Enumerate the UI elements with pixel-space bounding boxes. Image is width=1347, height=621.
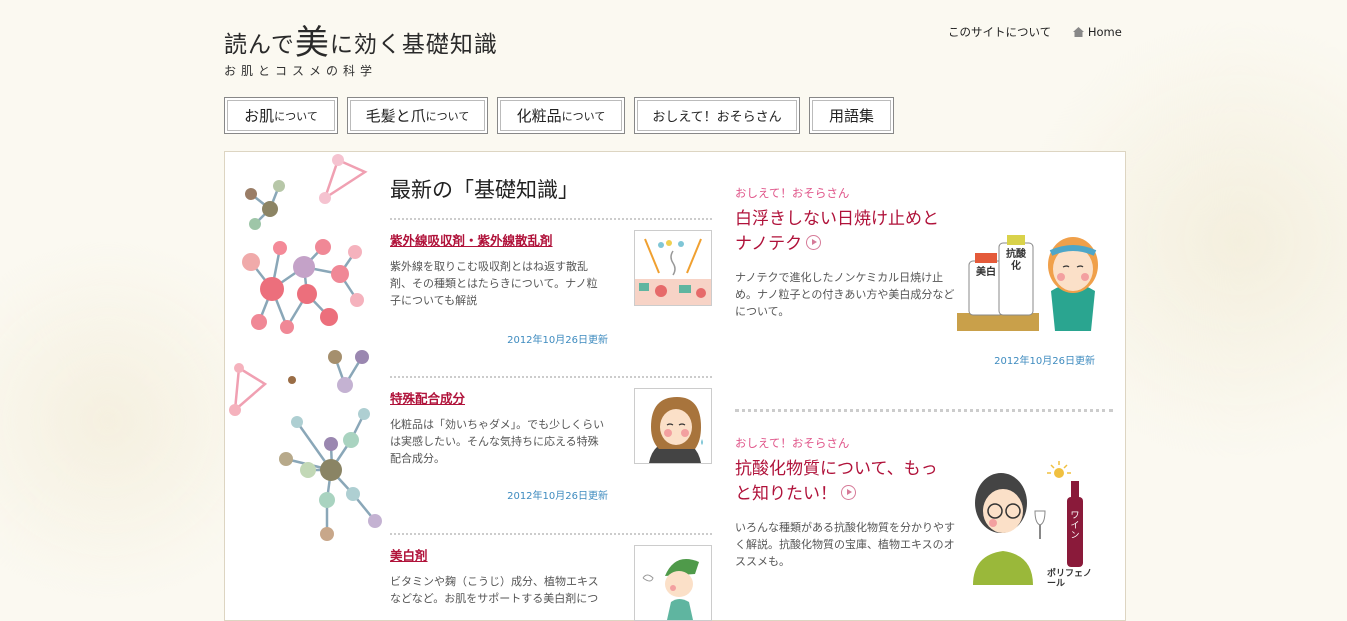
site-title-pre: 読んで (224, 32, 295, 58)
uv-illustration-icon (635, 238, 711, 305)
site-title-big: 美 (294, 23, 330, 63)
article-thumbnail-special[interactable] (634, 388, 712, 464)
arrow-right-icon (806, 235, 822, 250)
nav-tab-ask-osora[interactable]: おしえて！おそらさん (634, 97, 800, 134)
feature-illustration-sunscreen: 美白 抗酸化 (955, 213, 1115, 337)
feature-separator (735, 409, 1113, 412)
article-title-link[interactable]: 美白剤 (390, 545, 428, 564)
site-title: 読んで美に効く基礎知識 (224, 24, 498, 64)
article-description: 紫外線を取りこむ吸収剤とはね返す散乱剤、その種類とはたらきについて。ナノ粒子につ… (390, 260, 598, 307)
article-title-link[interactable]: 紫外線吸収剤・紫外線散乱剤 (390, 230, 553, 249)
feature-description: ナノテクで進化したノンケミカル日焼け止め。ナノ粒子との付きあい方や美白成分などに… (735, 271, 955, 318)
nav-tab-hair-nails[interactable]: 毛髪と爪 について (347, 97, 488, 134)
article-date: 2012年10月26日更新 (507, 491, 608, 502)
article-description: ビタミンや麹（こうじ）成分、植物エキスなどなど。お肌をサポートする美白剤につ (390, 575, 599, 605)
home-link-label: Home (1087, 25, 1122, 39)
about-link[interactable]: このサイトについて (948, 25, 1051, 39)
main-content: 最新の「基礎知識」 紫外線吸収剤・紫外線散乱剤 紫外線を取りこむ吸収剤とはね返す… (224, 151, 1126, 621)
feature-title-text: 白浮きしない日焼け止めとナノテク (735, 209, 939, 254)
article-separator (390, 376, 712, 378)
nav-tab-hair-nails-small: について (425, 109, 470, 123)
site-subtitle: お肌とコスメの科学 (224, 64, 378, 78)
nav-tab-glossary-label: 用語集 (828, 107, 874, 125)
feature-description: いろんな種類がある抗酸化物質を分かりやすく解説。抗酸化物質の宝庫、植物エキスのオ… (735, 521, 955, 568)
article-thumbnail-whitening[interactable] (634, 545, 712, 621)
home-link[interactable]: Home (1072, 25, 1122, 39)
top-links: このサイトについて Home (948, 24, 1122, 40)
feature-title-text: 抗酸化物質について、もっと知りたい！ (735, 459, 938, 504)
feature-category: おしえて！おそらさん (735, 436, 850, 450)
feature-category: おしえて！おそらさん (735, 186, 850, 200)
nav-tab-cosmetics-label: 化粧品 (516, 107, 562, 125)
feature-illustration-antioxidant: ワイン ポリフェノール (963, 457, 1103, 591)
person-green-hat-icon (642, 559, 699, 620)
latest-heading: 最新の「基礎知識」 (390, 178, 579, 202)
feature-title-link[interactable]: 抗酸化物質について、もっと知りたい！ (735, 457, 945, 507)
nav-tab-skin-small: について (274, 109, 318, 123)
nav-tab-cosmetics-small: について (561, 109, 606, 123)
article-separator (390, 533, 712, 535)
feature-title-link[interactable]: 白浮きしない日焼け止めとナノテク (735, 207, 945, 257)
home-icon (1072, 27, 1084, 37)
nav-tab-cosmetics[interactable]: 化粧品 について (497, 97, 625, 134)
molecule-illustration (229, 154, 382, 541)
bottle-label-wine: ワイン (1070, 511, 1080, 541)
article-title-link[interactable]: 特殊配合成分 (390, 388, 465, 407)
article-description: 化粧品は「効いちゃダメ」。でも少しくらいは実感したい。そんな気持ちに応える特殊配… (390, 418, 605, 465)
nav-tab-skin[interactable]: お肌 について (224, 97, 338, 134)
nav-tab-glossary[interactable]: 用語集 (809, 97, 894, 134)
feature-date: 2012年10月26日更新 (994, 356, 1095, 367)
nav-tab-hair-nails-label: 毛髪と爪 (365, 107, 426, 125)
bottle-label-whitening: 美白 (976, 267, 996, 278)
page: 読んで美に効く基礎知識 お肌とコスメの科学 このサイトについて Home お肌に… (0, 0, 1347, 621)
site-logo[interactable]: 読んで美に効く基礎知識 お肌とコスメの科学 (224, 24, 498, 79)
site-title-post: に効く基礎知識 (329, 32, 498, 58)
article-date: 2012年10月26日更新 (507, 335, 608, 346)
article-thumbnail-uv[interactable] (634, 230, 712, 306)
nav-tab-ask-osora-label: おしえて！おそらさん (652, 110, 782, 125)
woman-thinking-icon (649, 397, 703, 463)
nav-tab-skin-label: お肌 (244, 107, 275, 125)
arrow-right-icon (841, 485, 856, 500)
illustration-label-polyphenol: ポリフェノール (1047, 569, 1093, 589)
bottle-label-antioxidant: 抗酸化 (1006, 249, 1026, 272)
article-separator (390, 218, 712, 220)
